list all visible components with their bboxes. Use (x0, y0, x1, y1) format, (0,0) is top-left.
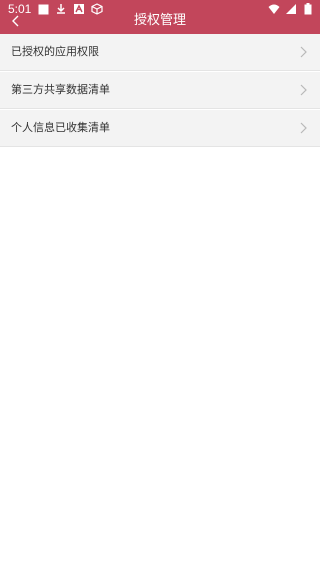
chevron-right-icon (300, 46, 307, 58)
menu-item-personal-info-collected-list[interactable]: 个人信息已收集清单 (0, 110, 320, 147)
menu-item-third-party-data-sharing-list[interactable]: 第三方共享数据清单 (0, 72, 320, 109)
menu-item-label: 已授权的应用权限 (11, 45, 99, 58)
menu-item-label: 个人信息已收集清单 (11, 121, 110, 134)
settings-menu-list: 已授权的应用权限 第三方共享数据清单 个人信息已收集清单 (0, 34, 320, 148)
chevron-right-icon (300, 84, 307, 96)
page-title: 授权管理 (133, 13, 186, 28)
menu-item-authorized-app-permissions[interactable]: 已授权的应用权限 (0, 34, 320, 71)
menu-item-label: 第三方共享数据清单 (11, 83, 110, 96)
chevron-right-icon (300, 122, 307, 134)
title-bar: 授权管理 (0, 8, 320, 34)
app-header: 5:01 授权管理 (0, 0, 320, 34)
